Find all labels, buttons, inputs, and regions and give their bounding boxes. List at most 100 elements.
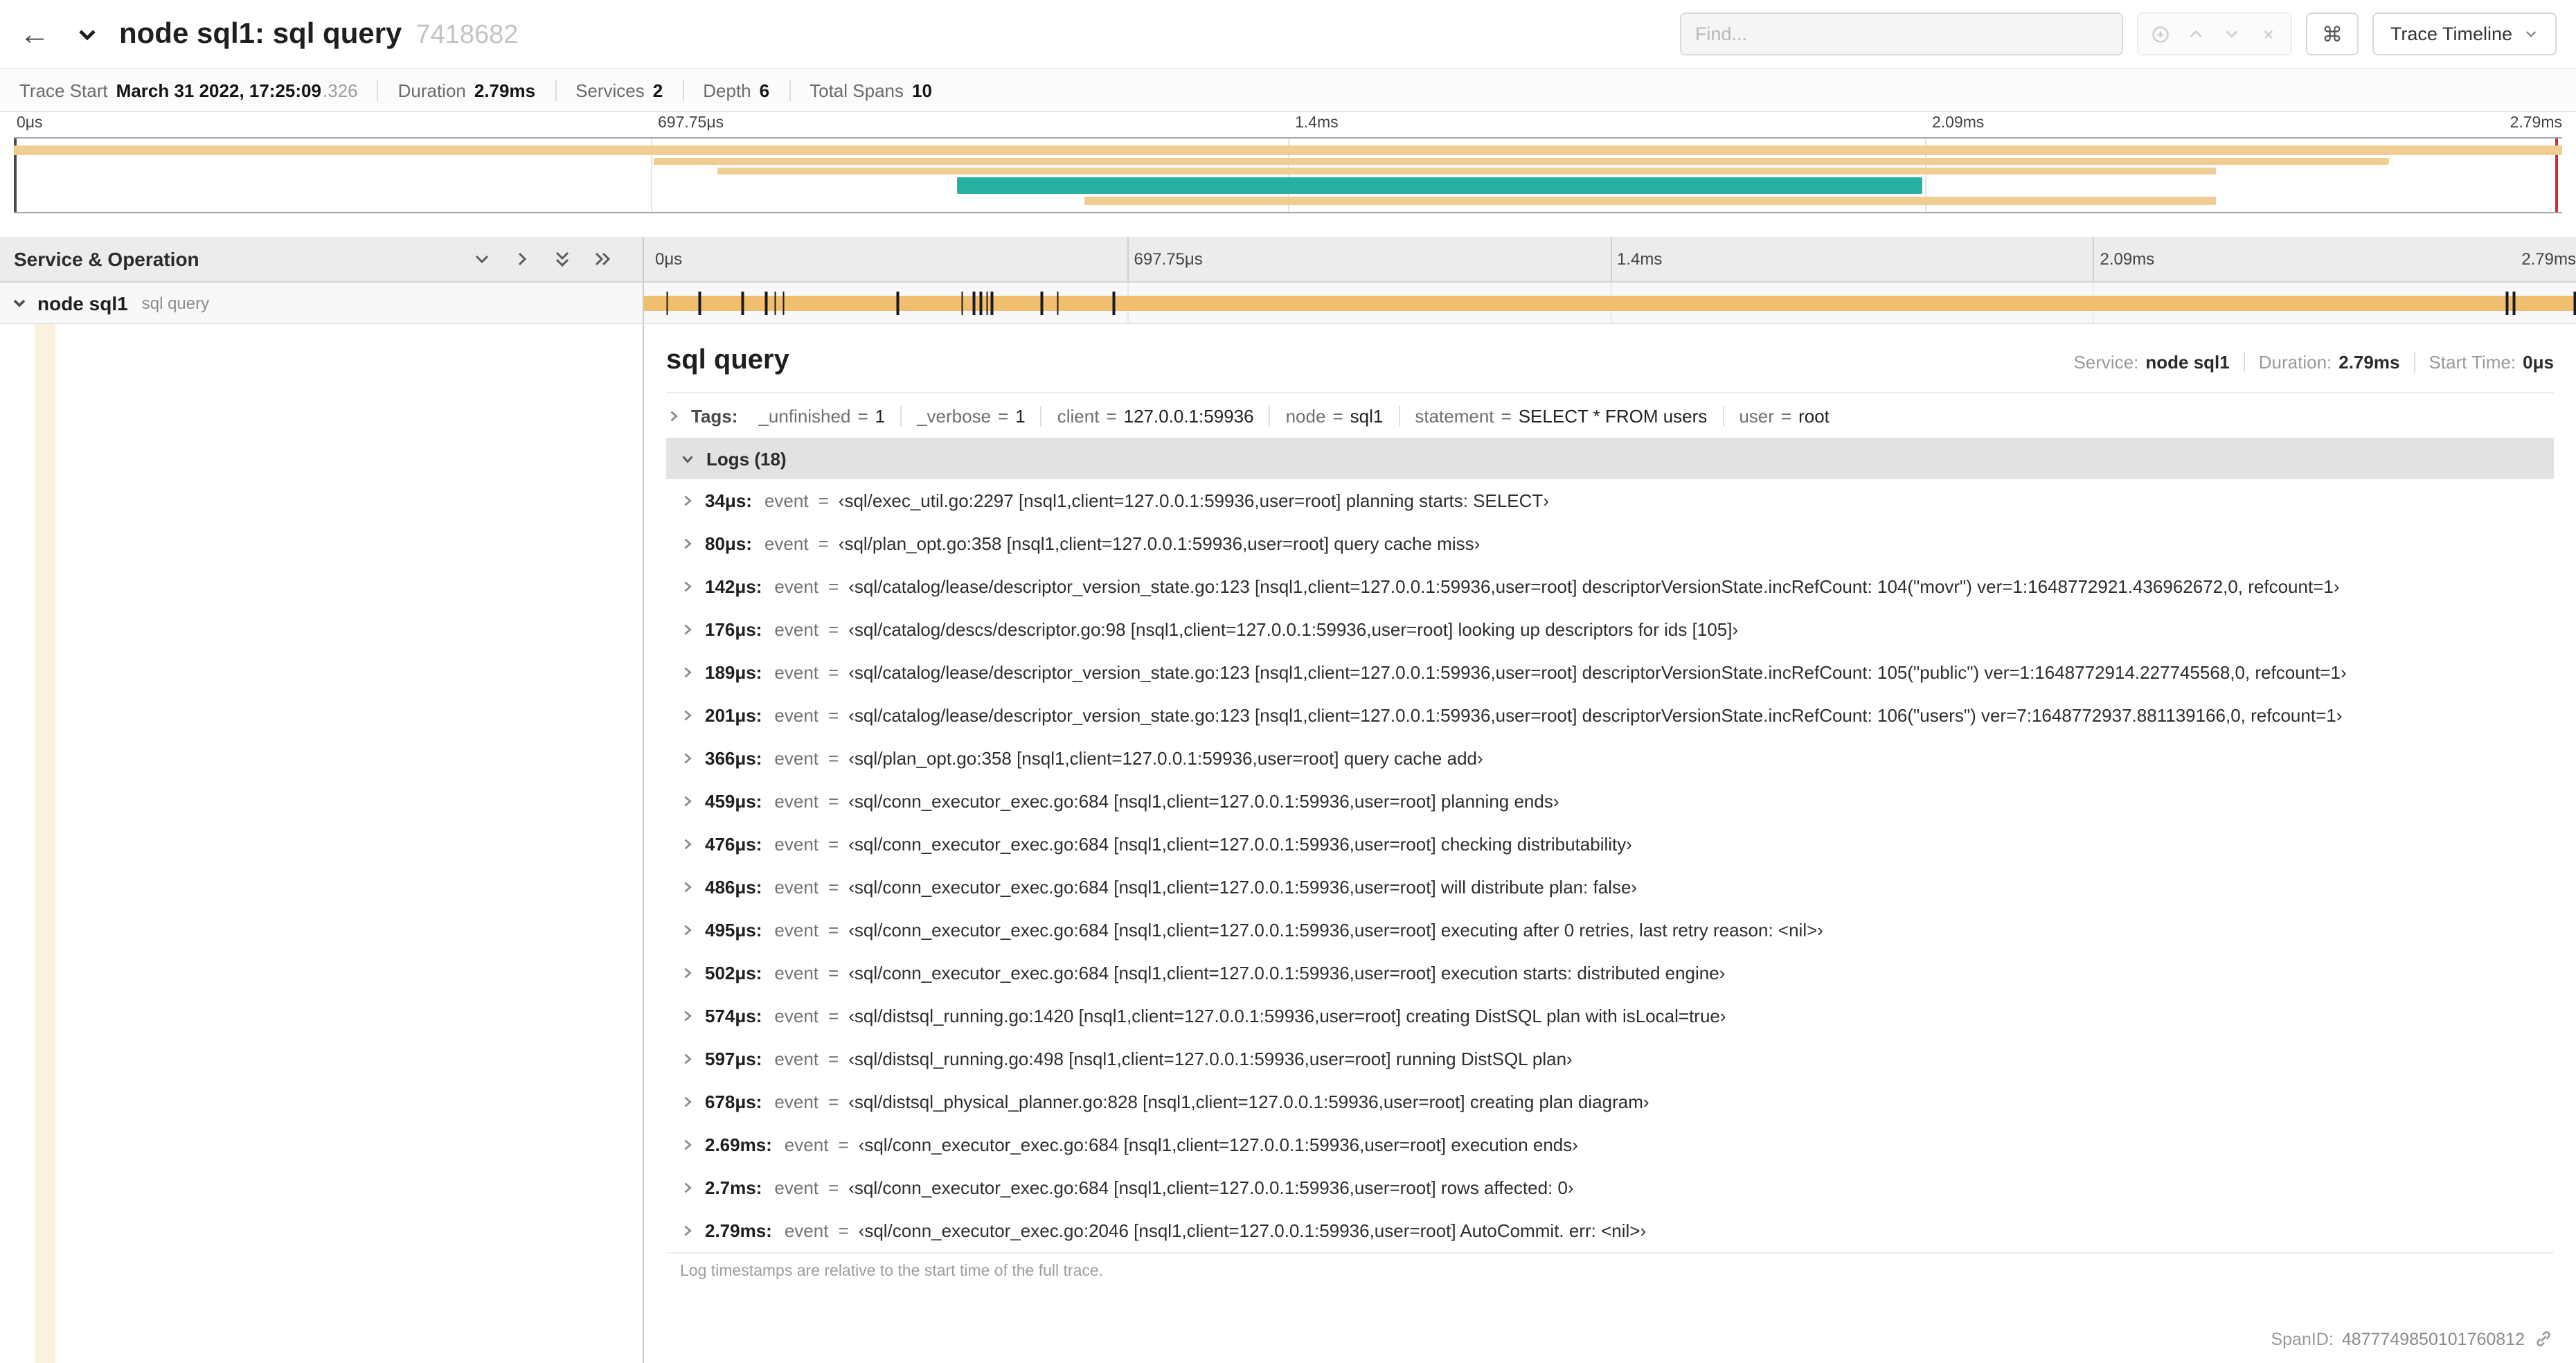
log-row[interactable]: 201μs: event = ‹sql/catalog/lease/descripto…: [666, 694, 2554, 737]
log-field-value: ‹sql/conn_executor_exec.go:684 [nsql1,cl…: [848, 834, 1632, 855]
log-row[interactable]: 34μs: event = ‹sql/exec_util.go:2297 [nsql1…: [666, 479, 2554, 522]
log-row[interactable]: 2.7ms: event = ‹sql/conn_executor_exec.go:6…: [666, 1166, 2554, 1209]
log-row[interactable]: 189μs: event = ‹sql/catalog/lease/descripto…: [666, 651, 2554, 694]
find-next-button[interactable]: [2215, 16, 2251, 52]
log-row[interactable]: 176μs: event = ‹sql/catalog/descs/descripto…: [666, 608, 2554, 651]
span-duration-bar: [644, 295, 2576, 310]
log-timestamp: 597μs:: [705, 1049, 762, 1069]
log-field-value: ‹sql/plan_opt.go:358 [nsql1,client=127.0…: [838, 533, 1481, 554]
clear-find-button[interactable]: [2251, 16, 2287, 52]
minimap-canvas[interactable]: [14, 137, 2562, 213]
summary-item-label: Depth: [703, 80, 751, 100]
log-row[interactable]: 142μs: event = ‹sql/catalog/lease/descripto…: [666, 565, 2554, 608]
minimap-span-bar: [14, 145, 2562, 155]
expand-one-button[interactable]: [512, 249, 532, 269]
collapse-all-button[interactable]: [553, 249, 572, 269]
log-row[interactable]: 495μs: event = ‹sql/conn_executor_exec.go:6…: [666, 909, 2554, 952]
summary-item-label: Services: [575, 80, 645, 100]
collapse-controls: [472, 249, 629, 269]
log-field-key: event: [764, 533, 809, 554]
tag-key: _unfinished: [758, 406, 851, 427]
topbar-controls: ⌘ Trace Timeline: [1679, 12, 2562, 55]
log-marker-tick: [972, 291, 975, 314]
log-field-value: ‹sql/plan_opt.go:358 [nsql1,client=127.0…: [848, 748, 1483, 769]
tag-key: statement: [1415, 406, 1494, 427]
minimap-span-bar: [956, 177, 1923, 194]
log-row[interactable]: 574μs: event = ‹sql/distsql_running.go:1420…: [666, 995, 2554, 1037]
log-field-value: ‹sql/conn_executor_exec.go:684 [nsql1,cl…: [848, 920, 1823, 941]
log-marker-tick: [990, 291, 993, 314]
zoom-in-button[interactable]: [2143, 16, 2179, 52]
chevron-right-icon: [684, 753, 692, 764]
log-equals: =: [828, 1092, 839, 1112]
keyboard-shortcuts-button[interactable]: ⌘: [2305, 12, 2359, 55]
log-marker-tick: [2512, 291, 2515, 314]
overview-value: node sql1: [2145, 352, 2230, 373]
log-marker-tick: [1040, 291, 1043, 314]
tag-item: _unfinished = 1: [743, 406, 900, 427]
ruler-tick-label: 697.75μs: [658, 115, 724, 132]
trace-summary-bar: Trace Start March 31 2022, 17:25:09.326 Du…: [0, 69, 2576, 112]
log-field-value: ‹sql/catalog/descs/descriptor.go:98 [nsq…: [848, 619, 1739, 640]
log-field-value: ‹sql/catalog/lease/descriptor_version_st…: [848, 705, 2343, 726]
log-timestamp: 2.69ms:: [705, 1134, 772, 1155]
log-row[interactable]: 486μs: event = ‹sql/conn_executor_exec.go:6…: [666, 866, 2554, 909]
log-field-value: ‹sql/catalog/lease/descriptor_version_st…: [848, 576, 2340, 597]
find-input[interactable]: [1679, 12, 2123, 55]
log-row[interactable]: 597μs: event = ‹sql/distsql_running.go:498 …: [666, 1037, 2554, 1080]
span-detail-title: sql query: [666, 345, 789, 375]
collapse-one-button[interactable]: [472, 249, 492, 269]
log-row[interactable]: 678μs: event = ‹sql/distsql_physical_planne…: [666, 1080, 2554, 1123]
tag-equals: =: [1332, 406, 1343, 427]
log-equals: =: [838, 1134, 849, 1155]
chevron-down-icon: [475, 255, 489, 264]
ruler-tick-label: 0μs: [17, 115, 43, 132]
ruler-tick-label: 697.75μs: [1134, 249, 1203, 269]
logs-section-toggle[interactable]: Logs (18): [666, 438, 2554, 479]
tag-equals: =: [998, 406, 1009, 427]
log-equals: =: [828, 834, 839, 855]
expand-all-button[interactable]: [593, 249, 612, 269]
span-row-name-cell[interactable]: node sql1 sql query: [0, 283, 644, 323]
trace-view-dropdown[interactable]: Trace Timeline: [2372, 12, 2557, 55]
logs-note: Log timestamps are relative to the start…: [666, 1252, 2554, 1292]
service-operation-header: Service & Operation: [0, 237, 644, 281]
jaeger-trace-page: ← node sql1: sql query 7418682 Find... ⌘…: [0, 0, 2576, 1363]
double-chevron-right-icon: [595, 252, 611, 266]
log-field-key: event: [774, 1006, 819, 1026]
log-marker-tick: [2573, 291, 2576, 314]
log-row[interactable]: 502μs: event = ‹sql/conn_executor_exec.go:6…: [666, 952, 2554, 995]
log-row[interactable]: 2.69ms: event = ‹sql/conn_executor_exec.go:…: [666, 1123, 2554, 1166]
span-row[interactable]: node sql1 sql query: [0, 283, 2576, 324]
overview-label: Duration:: [2258, 352, 2332, 373]
find-prev-button[interactable]: [2179, 16, 2215, 52]
log-marker-tick: [698, 291, 701, 314]
log-list: 34μs: event = ‹sql/exec_util.go:2297 [nsql1…: [666, 479, 2554, 1252]
ruler-tick-label: 1.4ms: [1295, 115, 1339, 132]
log-row[interactable]: 80μs: event = ‹sql/plan_opt.go:358 [nsql1,c…: [666, 522, 2554, 565]
log-row[interactable]: 2.79ms: event = ‹sql/conn_executor_exec.go:…: [666, 1209, 2554, 1252]
log-row[interactable]: 459μs: event = ‹sql/conn_executor_exec.go:6…: [666, 780, 2554, 823]
span-row-track[interactable]: [644, 283, 2576, 323]
ruler-tick-label: 2.79ms: [2510, 115, 2562, 132]
log-field-value: ‹sql/distsql_running.go:498 [nsql1,clien…: [848, 1049, 1573, 1069]
log-timestamp: 476μs:: [705, 834, 762, 855]
chevron-right-icon: [684, 968, 692, 979]
chevron-right-icon: [684, 796, 692, 807]
log-field-value: ‹sql/conn_executor_exec.go:684 [nsql1,cl…: [848, 1177, 1574, 1198]
log-field-value: ‹sql/catalog/lease/descriptor_version_st…: [848, 662, 2347, 683]
chevron-down-icon[interactable]: [11, 294, 28, 311]
log-row[interactable]: 476μs: event = ‹sql/conn_executor_exec.go:6…: [666, 823, 2554, 866]
log-row[interactable]: 366μs: event = ‹sql/plan_opt.go:358 [nsql1,…: [666, 737, 2554, 780]
log-equals: =: [828, 1006, 839, 1026]
overview-item: Duration: 2.79ms: [2243, 352, 2414, 373]
collapse-trace-header-button[interactable]: [64, 10, 111, 57]
chevron-right-icon: [684, 1096, 692, 1107]
tags-toggle[interactable]: Tags:: [666, 406, 737, 427]
log-timestamp: 574μs:: [705, 1006, 762, 1026]
chevron-right-icon: [684, 581, 692, 592]
log-marker-tick: [1112, 291, 1115, 314]
back-button[interactable]: ←: [11, 10, 58, 57]
overview-item: Start Time: 0μs: [2413, 352, 2554, 373]
link-icon[interactable]: [2533, 1328, 2554, 1349]
